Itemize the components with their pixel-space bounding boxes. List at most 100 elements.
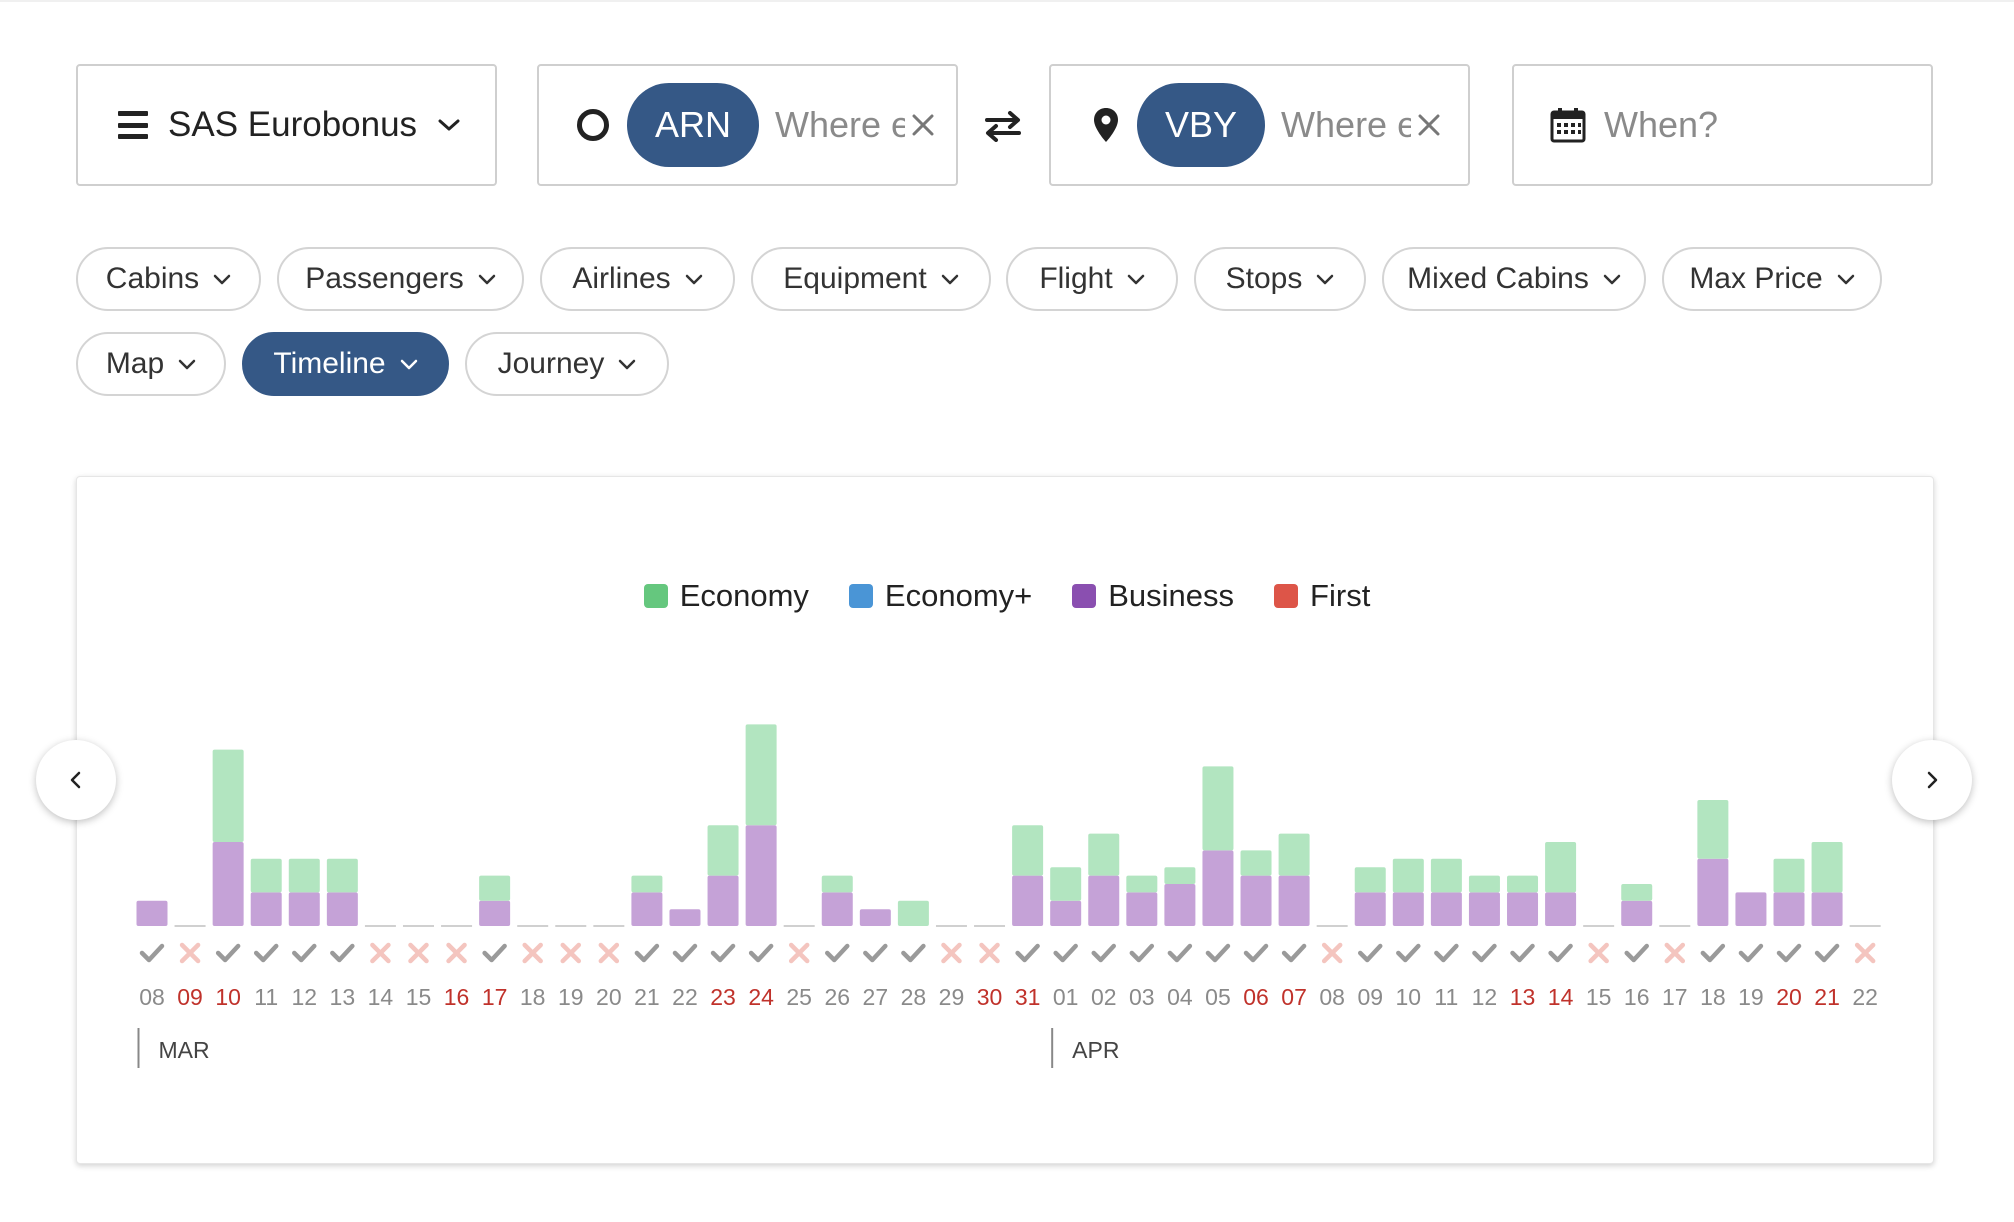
- day-tick-label[interactable]: 10: [1396, 984, 1422, 1010]
- economy-bar[interactable]: [1050, 867, 1082, 901]
- economy-bar[interactable]: [707, 825, 739, 876]
- day-tick-label[interactable]: 11: [254, 984, 278, 1010]
- economy-bar[interactable]: [1240, 850, 1272, 876]
- day-tick-label[interactable]: 18: [520, 984, 546, 1010]
- economy-bar[interactable]: [250, 858, 282, 893]
- business-bar[interactable]: [859, 909, 891, 926]
- economy-bar[interactable]: [212, 749, 244, 842]
- day-tick-label[interactable]: 08: [1319, 984, 1345, 1010]
- day-tick-label[interactable]: 27: [863, 984, 889, 1010]
- day-tick-label[interactable]: 08: [139, 984, 165, 1010]
- day-tick-label[interactable]: 31: [1015, 984, 1041, 1010]
- business-bar[interactable]: [1354, 892, 1386, 926]
- day-tick-label[interactable]: 03: [1129, 984, 1155, 1010]
- day-tick-label[interactable]: 17: [482, 984, 508, 1010]
- economy-bar[interactable]: [1354, 867, 1386, 893]
- day-tick-label[interactable]: 25: [786, 984, 812, 1010]
- day-tick-label[interactable]: 17: [1662, 984, 1688, 1010]
- economy-bar[interactable]: [1202, 766, 1234, 851]
- day-tick-label[interactable]: 14: [1548, 984, 1574, 1010]
- economy-bar[interactable]: [1545, 842, 1577, 893]
- business-bar[interactable]: [1012, 875, 1044, 926]
- business-bar[interactable]: [1811, 892, 1843, 926]
- business-bar[interactable]: [1507, 892, 1539, 926]
- business-bar[interactable]: [1164, 884, 1196, 926]
- economy-bar[interactable]: [1507, 875, 1539, 893]
- day-tick-label[interactable]: 22: [1852, 984, 1878, 1010]
- day-tick-label[interactable]: 22: [672, 984, 698, 1010]
- business-bar[interactable]: [1202, 850, 1234, 926]
- day-tick-label[interactable]: 16: [1624, 984, 1650, 1010]
- day-tick-label[interactable]: 14: [368, 984, 394, 1010]
- economy-bar[interactable]: [631, 875, 663, 893]
- day-tick-label[interactable]: 30: [977, 984, 1003, 1010]
- day-tick-label[interactable]: 26: [824, 984, 850, 1010]
- business-bar[interactable]: [136, 900, 168, 926]
- day-tick-label[interactable]: 13: [1510, 984, 1536, 1010]
- business-bar[interactable]: [1545, 892, 1577, 926]
- economy-bar[interactable]: [1621, 884, 1653, 901]
- day-tick-label[interactable]: 21: [634, 984, 660, 1010]
- economy-bar[interactable]: [1697, 800, 1729, 859]
- business-bar[interactable]: [212, 842, 244, 926]
- day-tick-label[interactable]: 05: [1205, 984, 1231, 1010]
- business-bar[interactable]: [479, 900, 511, 926]
- business-bar[interactable]: [1088, 875, 1120, 926]
- economy-bar[interactable]: [1088, 833, 1120, 876]
- business-bar[interactable]: [1126, 892, 1158, 926]
- economy-bar[interactable]: [479, 875, 511, 901]
- day-tick-label[interactable]: 09: [1357, 984, 1383, 1010]
- day-tick-label[interactable]: 28: [901, 984, 927, 1010]
- economy-bar[interactable]: [745, 724, 777, 826]
- business-bar[interactable]: [1621, 900, 1653, 926]
- economy-bar[interactable]: [1164, 867, 1196, 884]
- business-bar[interactable]: [1697, 858, 1729, 926]
- day-tick-label[interactable]: 20: [1776, 984, 1802, 1010]
- economy-bar[interactable]: [1392, 858, 1424, 893]
- business-bar[interactable]: [288, 892, 320, 926]
- economy-bar[interactable]: [1126, 875, 1158, 893]
- day-tick-label[interactable]: 24: [748, 984, 774, 1010]
- business-bar[interactable]: [669, 909, 701, 926]
- day-tick-label[interactable]: 21: [1814, 984, 1840, 1010]
- economy-bar[interactable]: [1773, 858, 1805, 893]
- economy-bar[interactable]: [1468, 875, 1500, 893]
- day-tick-label[interactable]: 12: [1472, 984, 1498, 1010]
- business-bar[interactable]: [745, 825, 777, 926]
- day-tick-label[interactable]: 12: [291, 984, 317, 1010]
- day-tick-label[interactable]: 13: [330, 984, 356, 1010]
- business-bar[interactable]: [1468, 892, 1500, 926]
- economy-bar[interactable]: [897, 900, 929, 926]
- business-bar[interactable]: [1050, 900, 1082, 926]
- day-tick-label[interactable]: 23: [710, 984, 736, 1010]
- business-bar[interactable]: [1240, 875, 1272, 926]
- day-tick-label[interactable]: 06: [1243, 984, 1269, 1010]
- day-tick-label[interactable]: 19: [558, 984, 584, 1010]
- business-bar[interactable]: [821, 892, 853, 926]
- economy-bar[interactable]: [1811, 842, 1843, 893]
- economy-bar[interactable]: [821, 875, 853, 893]
- business-bar[interactable]: [326, 892, 358, 926]
- business-bar[interactable]: [1773, 892, 1805, 926]
- economy-bar[interactable]: [326, 858, 358, 893]
- business-bar[interactable]: [1278, 875, 1310, 926]
- economy-bar[interactable]: [1012, 825, 1044, 876]
- business-bar[interactable]: [250, 892, 282, 926]
- business-bar[interactable]: [1392, 892, 1424, 926]
- business-bar[interactable]: [1430, 892, 1462, 926]
- next-button[interactable]: [1892, 740, 1972, 820]
- economy-bar[interactable]: [1278, 833, 1310, 876]
- previous-button[interactable]: [36, 740, 116, 820]
- business-bar[interactable]: [1735, 892, 1767, 926]
- day-tick-label[interactable]: 18: [1700, 984, 1726, 1010]
- day-tick-label[interactable]: 01: [1053, 984, 1079, 1010]
- day-tick-label[interactable]: 29: [939, 984, 965, 1010]
- day-tick-label[interactable]: 20: [596, 984, 622, 1010]
- day-tick-label[interactable]: 15: [1586, 984, 1612, 1010]
- economy-bar[interactable]: [1430, 858, 1462, 893]
- day-tick-label[interactable]: 11: [1434, 984, 1458, 1010]
- business-bar[interactable]: [707, 875, 739, 926]
- day-tick-label[interactable]: 15: [406, 984, 432, 1010]
- day-tick-label[interactable]: 10: [215, 984, 241, 1010]
- economy-bar[interactable]: [288, 858, 320, 893]
